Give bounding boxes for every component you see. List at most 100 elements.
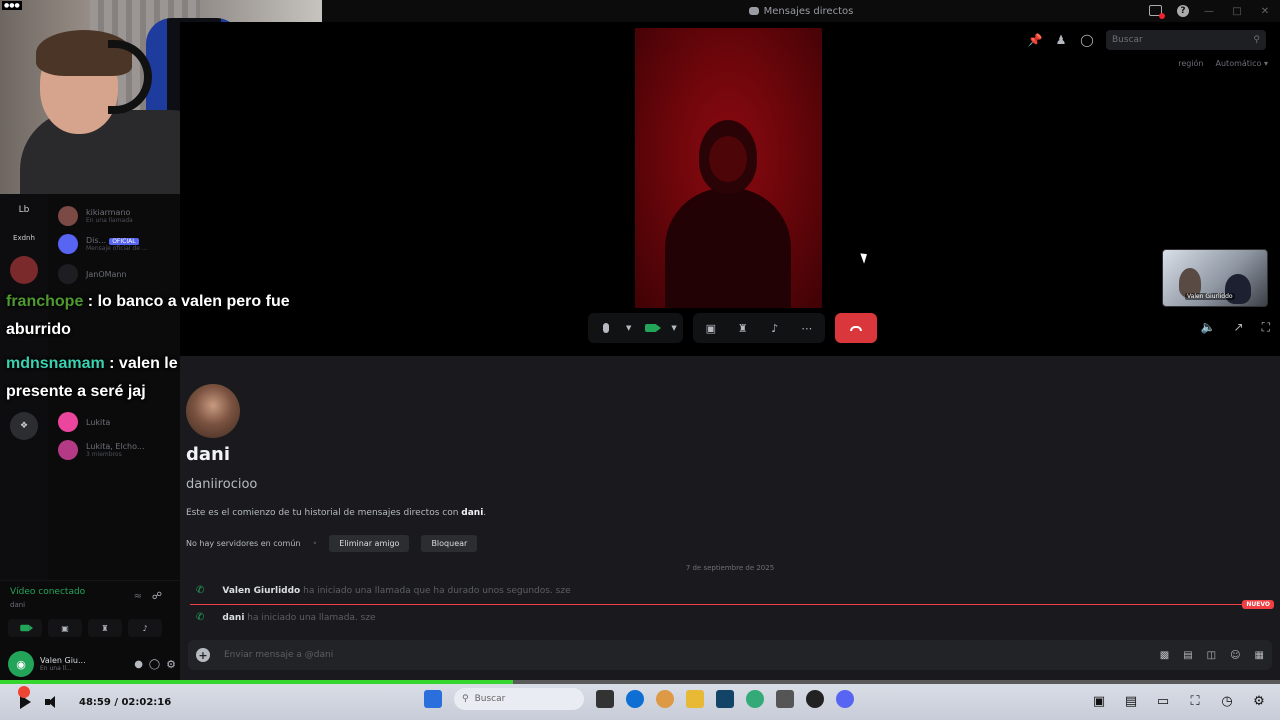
microphone-button[interactable] bbox=[594, 316, 618, 340]
block-button[interactable]: Bloquear bbox=[421, 535, 478, 552]
region-label: región bbox=[1178, 59, 1204, 68]
soundboard-button[interactable]: ♪ bbox=[763, 316, 787, 340]
camera-icon bbox=[645, 324, 662, 332]
search-placeholder: Buscar bbox=[1112, 35, 1143, 45]
maximize-icon[interactable]: □ bbox=[1230, 4, 1244, 18]
dm-status: Mensaje oficial de ... bbox=[86, 245, 148, 252]
fullscreen-icon[interactable]: ⛶ bbox=[1262, 320, 1270, 335]
volume-icon[interactable] bbox=[45, 696, 59, 708]
server-icon[interactable] bbox=[10, 256, 38, 284]
remote-video[interactable] bbox=[635, 28, 822, 308]
call-event: ✆ Valen Giurliddo ha iniciado una llamad… bbox=[196, 585, 571, 596]
chat-username: mdnsnamam bbox=[6, 355, 105, 372]
more-options-button[interactable]: ⋯ bbox=[795, 316, 819, 340]
mic-camera-group: ▼ ▼ bbox=[588, 313, 683, 343]
window-controls: — □ ✕ bbox=[1202, 4, 1272, 18]
settings-icon[interactable]: ⚙ bbox=[166, 658, 176, 671]
windows-start-icon[interactable] bbox=[424, 690, 442, 708]
region-selector[interactable]: región Automático ▾ bbox=[1178, 59, 1268, 68]
voice-channel: dani bbox=[10, 601, 26, 609]
user-avatar[interactable]: ◉ bbox=[8, 651, 34, 677]
fullscreen-icon[interactable]: ⛶ bbox=[1186, 692, 1204, 710]
voice-panel: Vídeo conectado dani ≈ ☍ ▣ ♜ ♪ ◉ Valen G… bbox=[0, 580, 180, 680]
call-toolbar: 📌 ♟ ◯ Buscar ⚲ bbox=[1028, 30, 1266, 50]
video-button[interactable] bbox=[8, 619, 42, 637]
call-text: ha iniciado una llamada que ha durado un… bbox=[303, 585, 571, 596]
subtitles-icon[interactable]: ▤ bbox=[1122, 692, 1140, 710]
add-friend-icon[interactable]: ♟ bbox=[1054, 33, 1068, 47]
taskbar-search[interactable]: ⚲ Buscar bbox=[454, 688, 584, 710]
new-messages-divider bbox=[190, 604, 1260, 605]
camera-button[interactable] bbox=[639, 316, 663, 340]
explorer-icon[interactable] bbox=[686, 690, 704, 708]
minimize-icon[interactable]: — bbox=[1202, 4, 1216, 18]
screen-share-button[interactable]: ▣ bbox=[699, 316, 723, 340]
dm-item[interactable]: Dis... OFICIAL Mensaje oficial de ... bbox=[58, 234, 148, 254]
mouse-cursor bbox=[860, 251, 870, 264]
microphone-icon[interactable]: ● bbox=[134, 659, 143, 670]
pin-icon[interactable]: 📌 bbox=[1028, 33, 1043, 47]
store-icon[interactable] bbox=[716, 690, 734, 708]
chat-message: franchope : lo banco a valen pero fue ab… bbox=[6, 288, 326, 344]
composer-icons: ▩ ▤ ◫ ☺ ▦ bbox=[1160, 650, 1264, 661]
emoji-icon[interactable]: ☺ bbox=[1230, 650, 1240, 661]
chevron-down-icon[interactable]: ▼ bbox=[671, 324, 676, 332]
message-composer[interactable]: + Enviar mensaje a @dani ▩ ▤ ◫ ☺ ▦ bbox=[188, 640, 1272, 670]
chrome-icon[interactable] bbox=[656, 690, 674, 708]
edge-icon[interactable] bbox=[626, 690, 644, 708]
chevron-down-icon[interactable]: ▼ bbox=[626, 324, 631, 332]
disconnect-icon[interactable]: ☍ bbox=[152, 591, 162, 602]
server-item[interactable]: Exdnh bbox=[10, 224, 38, 252]
time-display: 48:59 / 02:02:16 bbox=[79, 696, 172, 708]
miniplayer-icon[interactable]: ▣ bbox=[1090, 692, 1108, 710]
chat-username: franchope bbox=[6, 293, 84, 310]
sticker-icon[interactable]: ◫ bbox=[1207, 650, 1216, 661]
region-value: Automático ▾ bbox=[1215, 59, 1268, 68]
app-icon[interactable] bbox=[776, 690, 794, 708]
noise-icon[interactable]: ≈ bbox=[134, 591, 142, 602]
gift-icon[interactable]: ▩ bbox=[1160, 650, 1169, 661]
call-author[interactable]: dani bbox=[222, 613, 244, 623]
headphones-icon[interactable]: ◯ bbox=[149, 659, 160, 670]
volume-icon[interactable]: 🔈 bbox=[1201, 320, 1216, 335]
dm-content: dani daniirocioo Este es el comienzo de … bbox=[180, 356, 1280, 680]
dm-item[interactable]: kikiarmano En una llamada bbox=[58, 206, 133, 226]
screen-share-icon[interactable] bbox=[1149, 5, 1165, 19]
obs-icon[interactable] bbox=[806, 690, 824, 708]
screen-share-button[interactable]: ▣ bbox=[48, 619, 82, 637]
speed-icon[interactable]: ◷ bbox=[1218, 692, 1236, 710]
help-icon[interactable]: ? bbox=[1177, 5, 1189, 17]
add-attachment-icon[interactable]: + bbox=[196, 648, 210, 662]
server-item[interactable]: Lb bbox=[10, 196, 38, 224]
hang-up-icon bbox=[849, 325, 862, 331]
remove-friend-button[interactable]: Eliminar amigo bbox=[329, 535, 410, 552]
explore-icon[interactable]: ❖ bbox=[10, 412, 38, 440]
new-badge: NUEVO bbox=[1242, 600, 1274, 609]
close-icon[interactable]: ✕ bbox=[1258, 4, 1272, 18]
dm-item[interactable]: Lukita bbox=[58, 412, 110, 432]
activities-button[interactable]: ♜ bbox=[88, 619, 122, 637]
popout-icon[interactable]: ↗ bbox=[1234, 320, 1244, 335]
profile-avatar[interactable] bbox=[186, 384, 240, 438]
theater-icon[interactable]: ▭ bbox=[1154, 692, 1172, 710]
settings-icon[interactable]: ⚙ bbox=[1250, 692, 1268, 710]
discord-avatar bbox=[58, 234, 78, 254]
end-call-button[interactable] bbox=[834, 313, 877, 343]
webcam-logo: ●●● bbox=[2, 1, 22, 10]
activities-button[interactable]: ♜ bbox=[731, 316, 755, 340]
profile-icon[interactable]: ◯ bbox=[1080, 33, 1094, 47]
gif-icon[interactable]: ▤ bbox=[1183, 650, 1192, 661]
discord-icon[interactable] bbox=[836, 690, 854, 708]
app-icon[interactable] bbox=[746, 690, 764, 708]
call-author[interactable]: Valen Giurliddo bbox=[222, 586, 300, 596]
user-panel: ◉ Valen Giu... En una ll... ● ◯ ⚙ bbox=[8, 651, 176, 677]
avatar bbox=[58, 206, 78, 226]
apps-icon[interactable]: ▦ bbox=[1255, 650, 1264, 661]
dm-item[interactable]: JanOMann bbox=[58, 264, 127, 284]
task-view-icon[interactable] bbox=[596, 690, 614, 708]
dm-item[interactable]: Lukita, Elcho... 3 miembros bbox=[58, 440, 145, 460]
soundboard-button[interactable]: ♪ bbox=[128, 619, 162, 637]
search-input[interactable]: Buscar ⚲ bbox=[1106, 30, 1266, 50]
dm-actions: No hay servidores en común • Eliminar am… bbox=[186, 535, 478, 552]
self-video-pip[interactable]: Valen Giurliddo bbox=[1162, 249, 1268, 307]
